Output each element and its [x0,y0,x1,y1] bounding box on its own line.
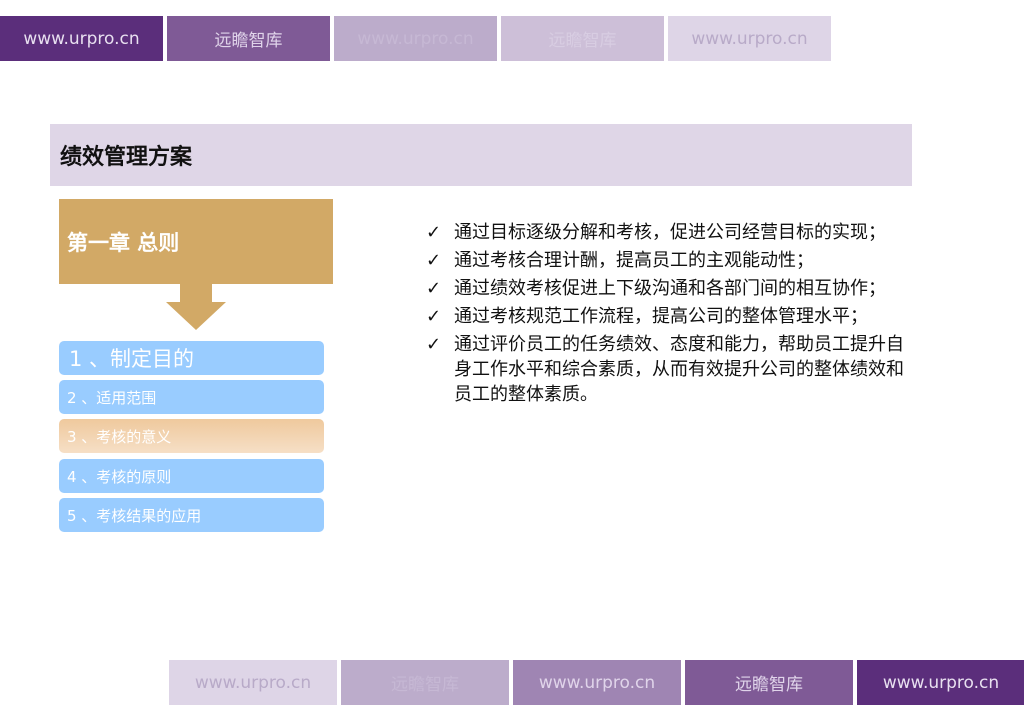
bullet-item: ✓ 通过考核规范工作流程，提高公司的整体管理水平； [426,304,906,329]
bullet-text: 通过目标逐级分解和考核，促进公司经营目标的实现； [454,222,886,243]
nav-item-5[interactable]: 5 、考核结果的应用 [59,498,324,532]
bullet-item: ✓ 通过考核合理计酬，提高员工的主观能动性； [426,248,906,273]
nav-item-2[interactable]: 2 、适用范围 [59,380,324,414]
nav-item-3[interactable]: 3 、考核的意义 [59,419,324,453]
check-icon: ✓ [426,222,442,243]
nav-item-1[interactable]: 1 、制定目的 [59,341,324,375]
bottom-tab-1[interactable]: www.urpro.cn [169,660,337,705]
check-icon: ✓ [426,306,442,327]
page-title: 绩效管理方案 [50,124,912,186]
bullet-text: 通过绩效考核促进上下级沟通和各部门间的相互协作； [454,278,886,299]
bullet-item: ✓ 通过目标逐级分解和考核，促进公司经营目标的实现； [426,220,906,245]
check-icon: ✓ [426,334,442,355]
bullet-list: ✓ 通过目标逐级分解和考核，促进公司经营目标的实现； ✓ 通过考核合理计酬，提高员工… [426,220,906,410]
top-tab-5[interactable]: www.urpro.cn [668,16,831,61]
bottom-tab-4[interactable]: 远瞻智库 [685,660,853,705]
bullet-text: 通过考核合理计酬，提高员工的主观能动性； [454,250,814,271]
bottom-tab-2[interactable]: 远瞻智库 [341,660,509,705]
bullet-text: 通过评价员工的任务绩效、态度和能力，帮助员工提升自身工作水平和综合素质，从而有效… [454,334,904,405]
top-tab-4[interactable]: 远瞻智库 [501,16,664,61]
bullet-text: 通过考核规范工作流程，提高公司的整体管理水平； [454,306,868,327]
bullet-item: ✓ 通过评价员工的任务绩效、态度和能力，帮助员工提升自身工作水平和综合素质，从而有… [426,332,906,407]
top-tab-1[interactable]: www.urpro.cn [0,16,163,61]
check-icon: ✓ [426,278,442,299]
nav-item-4[interactable]: 4 、考核的原则 [59,459,324,493]
bottom-tab-5[interactable]: www.urpro.cn [857,660,1024,705]
bottom-tab-3[interactable]: www.urpro.cn [513,660,681,705]
check-icon: ✓ [426,250,442,271]
bullet-item: ✓ 通过绩效考核促进上下级沟通和各部门间的相互协作； [426,276,906,301]
top-tab-2[interactable]: 远瞻智库 [167,16,330,61]
top-tab-3[interactable]: www.urpro.cn [334,16,497,61]
chapter-heading: 第一章 总则 [59,199,333,284]
